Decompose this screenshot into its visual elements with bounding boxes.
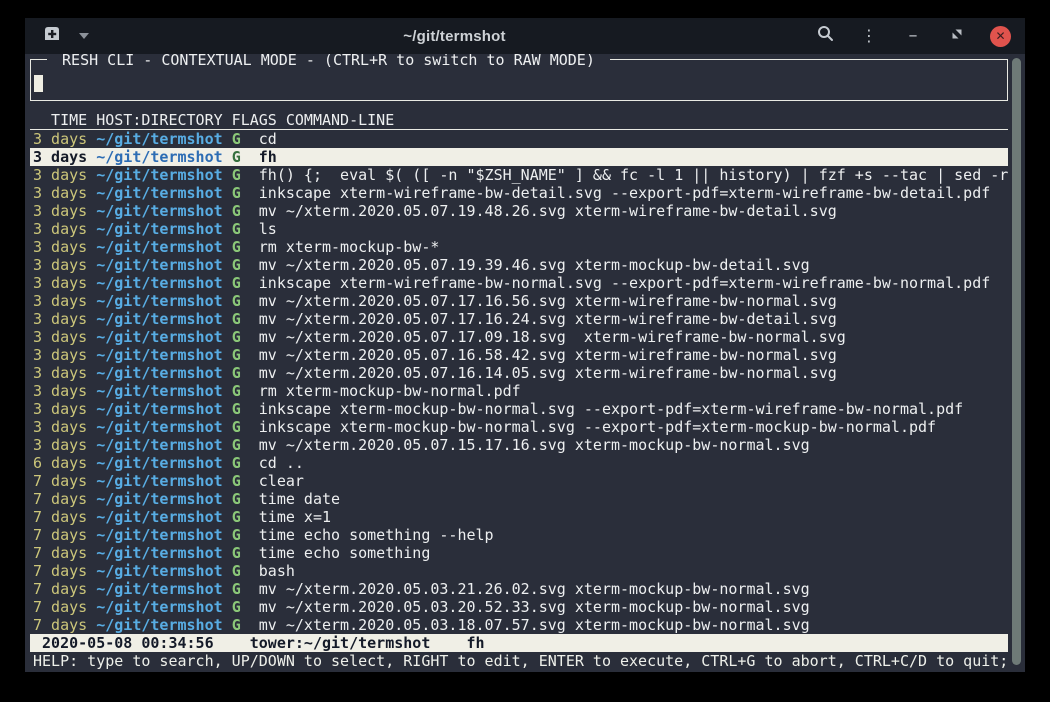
history-row[interactable]: 7 days ~/git/termshot G mv ~/xterm.2020.… <box>30 598 1008 616</box>
history-row[interactable]: 3 days ~/git/termshot G fh() {; eval $( … <box>30 166 1008 184</box>
history-row[interactable]: 3 days ~/git/termshot G mv ~/xterm.2020.… <box>30 202 1008 220</box>
history-row[interactable]: 3 days ~/git/termshot G mv ~/xterm.2020.… <box>30 310 1008 328</box>
history-row[interactable]: 7 days ~/git/termshot G mv ~/xterm.2020.… <box>30 580 1008 598</box>
history-row[interactable]: 3 days ~/git/termshot G fh <box>30 148 1008 166</box>
minimize-icon: – <box>909 27 918 45</box>
close-button[interactable]: ✕ <box>990 26 1011 47</box>
history-row[interactable]: 7 days ~/git/termshot G bash <box>30 562 1008 580</box>
history-row[interactable]: 3 days ~/git/termshot G ls <box>30 220 1008 238</box>
scrollbar-thumb[interactable] <box>1012 58 1021 665</box>
history-row[interactable]: 3 days ~/git/termshot G mv ~/xterm.2020.… <box>30 364 1008 382</box>
history-rows: 3 days ~/git/termshot G cd3 days ~/git/t… <box>30 130 1008 634</box>
help-line: HELP: type to search, UP/DOWN to select,… <box>30 652 1008 670</box>
window-title: ~/git/termshot <box>95 28 814 45</box>
resh-search-box[interactable]: RESH CLI - CONTEXTUAL MODE - (CTRL+R to … <box>30 59 1008 101</box>
chevron-down-icon <box>79 33 89 39</box>
close-icon: ✕ <box>995 30 1005 42</box>
history-row[interactable]: 3 days ~/git/termshot G mv ~/xterm.2020.… <box>30 346 1008 364</box>
restore-icon <box>951 27 963 45</box>
history-row[interactable]: 3 days ~/git/termshot G mv ~/xterm.2020.… <box>30 328 1008 346</box>
history-row[interactable]: 7 days ~/git/termshot G clear <box>30 472 1008 490</box>
history-row[interactable]: 3 days ~/git/termshot G inkscape xterm-m… <box>30 400 1008 418</box>
titlebar: ~/git/termshot ⋮ – <box>25 18 1025 54</box>
kebab-menu-icon: ⋮ <box>861 28 877 44</box>
history-row[interactable]: 7 days ~/git/termshot G time echo someth… <box>30 526 1008 544</box>
history-row[interactable]: 3 days ~/git/termshot G mv ~/xterm.2020.… <box>30 436 1008 454</box>
history-row[interactable]: 3 days ~/git/termshot G rm xterm-mockup-… <box>30 238 1008 256</box>
history-row[interactable]: 3 days ~/git/termshot G inkscape xterm-m… <box>30 418 1008 436</box>
new-tab-icon <box>42 25 62 47</box>
history-row[interactable]: 7 days ~/git/termshot G time date <box>30 490 1008 508</box>
history-row[interactable]: 7 days ~/git/termshot G time echo someth… <box>30 544 1008 562</box>
search-icon <box>817 25 834 47</box>
history-row[interactable]: 3 days ~/git/termshot G mv ~/xterm.2020.… <box>30 256 1008 274</box>
history-row[interactable]: 6 days ~/git/termshot G cd .. <box>30 454 1008 472</box>
history-row[interactable]: 7 days ~/git/termshot G mv ~/xterm.2020.… <box>30 616 1008 634</box>
history-row[interactable]: 3 days ~/git/termshot G mv ~/xterm.2020.… <box>30 292 1008 310</box>
history-row[interactable]: 3 days ~/git/termshot G cd <box>30 130 1008 148</box>
history-row[interactable]: 3 days ~/git/termshot G rm xterm-mockup-… <box>30 382 1008 400</box>
terminal-screen[interactable]: RESH CLI - CONTEXTUAL MODE - (CTRL+R to … <box>25 54 1025 672</box>
history-row[interactable]: 3 days ~/git/termshot G inkscape xterm-w… <box>30 274 1008 292</box>
terminal-window: ~/git/termshot ⋮ – <box>25 18 1025 672</box>
restore-button[interactable] <box>946 25 968 47</box>
history-row[interactable]: 7 days ~/git/termshot G time x=1 <box>30 508 1008 526</box>
minimize-button[interactable]: – <box>902 25 924 47</box>
menu-button[interactable]: ⋮ <box>858 25 880 47</box>
history-row[interactable]: 3 days ~/git/termshot G inkscape xterm-w… <box>30 184 1008 202</box>
search-button[interactable] <box>814 25 836 47</box>
status-bar: 2020-05-08 00:34:56 tower:~/git/termshot… <box>30 634 1008 652</box>
new-tab-button[interactable] <box>41 25 63 47</box>
history-table-header: TIME HOST:DIRECTORY FLAGS COMMAND-LINE <box>30 111 1008 130</box>
tab-list-button[interactable] <box>73 25 95 47</box>
resh-box-title: RESH CLI - CONTEXTUAL MODE - (CTRL+R to … <box>47 54 610 69</box>
text-cursor <box>34 75 43 92</box>
